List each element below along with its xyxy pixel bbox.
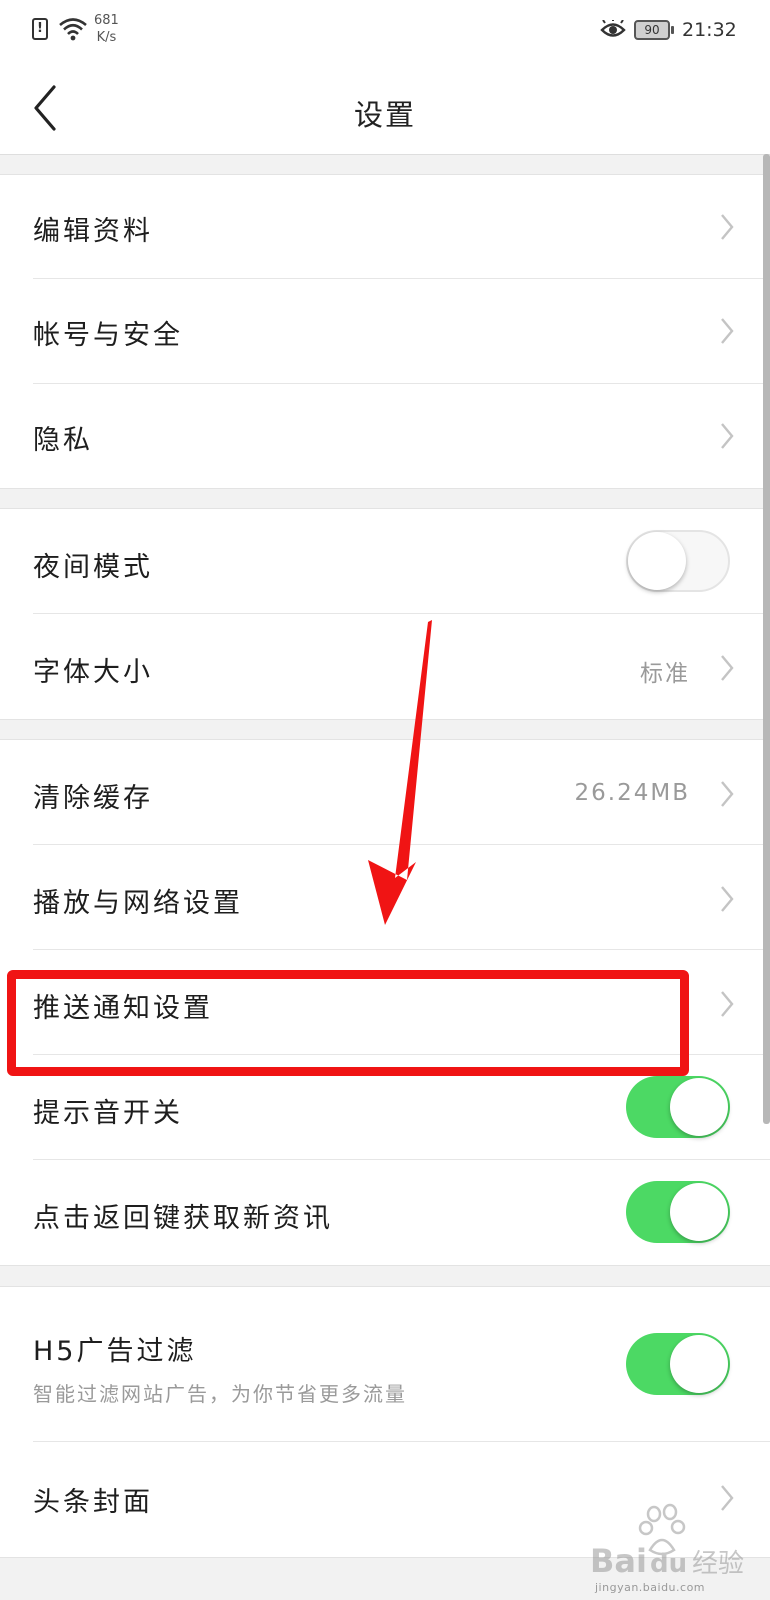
row-label: 头条封面 [33,1487,153,1518]
clear-cache-row[interactable]: 清除缓存 26.24MB [0,740,770,845]
row-label: H5广告过滤 [33,1336,197,1367]
toggle-knob [670,1335,728,1393]
back-refresh-toggle[interactable] [626,1181,730,1243]
top-bar: 设置 [0,64,770,155]
settings-group-account: 编辑资料 帐号与安全 隐私 [0,174,770,489]
page-title: 设置 [353,98,416,132]
font-size-row[interactable]: 字体大小 标准 [0,614,770,719]
chevron-right-icon [721,991,734,1017]
toggle-knob [628,532,686,590]
sim-alert-icon: ! [32,18,48,40]
push-notification-row[interactable]: 推送通知设置 [0,950,770,1055]
row-label: 编辑资料 [33,216,153,247]
font-size-value: 标准 [640,661,690,687]
row-label: 提示音开关 [33,1098,183,1129]
chevron-right-icon [721,655,734,681]
edit-profile-row[interactable]: 编辑资料 [0,175,770,279]
privacy-row[interactable]: 隐私 [0,384,770,488]
svg-text:du: du [650,1549,687,1579]
status-bar: ! 681 K/s 90 21:32 [0,0,770,64]
account-security-row[interactable]: 帐号与安全 [0,279,770,384]
settings-group-general: 清除缓存 26.24MB 播放与网络设置 推送通知设置 提示音开关 点击返回键获… [0,739,770,1266]
scrollbar[interactable] [763,154,770,1124]
baidu-watermark-logo: Bai du 经验 [590,1503,744,1580]
network-speed: 681 K/s [94,13,119,45]
svg-text:Bai: Bai [590,1542,647,1580]
wifi-icon [59,18,87,41]
h5-ad-filter-row[interactable]: H5广告过滤 智能过滤网站广告，为你节省更多流量 [0,1287,770,1442]
row-label: 清除缓存 [33,783,153,814]
chevron-right-icon [721,886,734,912]
status-time: 21:32 [682,19,737,41]
row-label: 帐号与安全 [33,320,183,351]
h5-ad-filter-toggle[interactable] [626,1333,730,1395]
night-mode-toggle[interactable] [626,530,730,592]
chevron-right-icon [721,423,734,449]
toggle-knob [670,1183,728,1241]
back-refresh-row[interactable]: 点击返回键获取新资讯 [0,1160,770,1265]
svg-text:经验: 经验 [692,1549,744,1579]
sound-switch-row[interactable]: 提示音开关 [0,1055,770,1160]
chevron-right-icon [721,318,734,344]
row-label: 推送通知设置 [33,993,213,1024]
night-mode-row[interactable]: 夜间模式 [0,509,770,614]
chevron-right-icon [721,214,734,240]
settings-group-display: 夜间模式 字体大小 标准 [0,508,770,720]
row-label: 播放与网络设置 [33,888,243,919]
toggle-knob [670,1078,728,1136]
row-label: 字体大小 [33,657,153,688]
row-label: 夜间模式 [33,552,153,583]
sound-switch-toggle[interactable] [626,1076,730,1138]
watermark-url: jingyan.baidu.com [595,1581,706,1594]
chevron-right-icon [721,781,734,807]
playback-network-row[interactable]: 播放与网络设置 [0,845,770,950]
cache-size-value: 26.24MB [574,780,690,806]
row-description: 智能过滤网站广告，为你节省更多流量 [33,1382,407,1406]
row-label: 点击返回键获取新资讯 [33,1203,333,1234]
eye-comfort-icon [600,20,626,37]
row-label: 隐私 [33,425,93,456]
battery-icon: 90 [634,20,674,40]
